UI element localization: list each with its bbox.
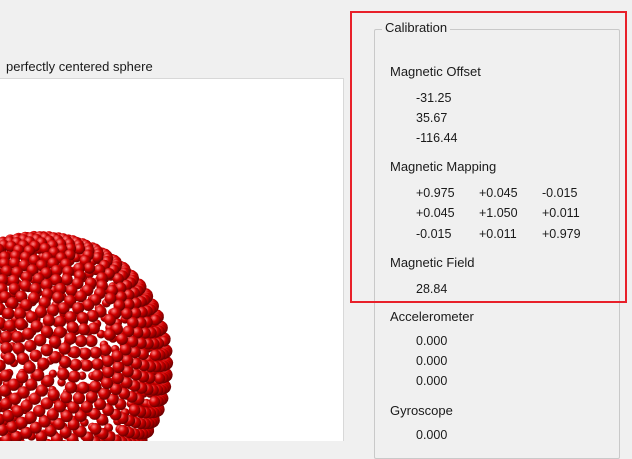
sample-point	[65, 381, 77, 393]
sample-point	[105, 293, 117, 305]
accelerometer-heading: Accelerometer	[390, 309, 474, 324]
sample-point	[11, 331, 23, 343]
sample-point	[149, 396, 160, 407]
panel-header-strip	[0, 0, 345, 14]
sample-point	[78, 323, 90, 335]
sample-point	[104, 329, 116, 341]
sample-point	[90, 347, 102, 359]
sample-point	[84, 262, 95, 273]
sample-point	[22, 328, 34, 340]
sample-point	[75, 335, 87, 347]
sample-point	[65, 311, 77, 323]
magnetic-offset-x: -31.25	[416, 91, 451, 105]
sample-point	[68, 370, 80, 382]
header-strip	[345, 0, 632, 12]
accelerometer-x: 0.000	[416, 334, 447, 348]
sample-point	[129, 404, 141, 416]
gyroscope-heading: Gyroscope	[390, 403, 453, 418]
sample-point	[101, 377, 113, 389]
sample-point	[77, 312, 89, 324]
mapping-cell-2-2: +0.979	[542, 227, 581, 241]
sample-point	[48, 389, 60, 401]
magnetic-field-value: 28.84	[416, 282, 447, 296]
mapping-cell-1-2: +0.011	[542, 206, 580, 220]
mapping-cell-2-1: +0.011	[479, 227, 517, 241]
sample-point	[91, 358, 103, 370]
sample-point	[102, 366, 114, 378]
sample-point	[37, 358, 49, 370]
sample-point	[52, 291, 64, 303]
sample-point	[43, 314, 55, 326]
magnetic-field-heading: Magnetic Field	[390, 255, 475, 270]
sample-points-cloud	[0, 79, 344, 441]
sample-point	[67, 321, 79, 333]
gyroscope-x: 0.000	[416, 428, 447, 442]
sample-point	[104, 314, 116, 326]
sample-point	[154, 373, 165, 384]
sample-point	[112, 361, 124, 373]
magnetic-offset-y: 35.67	[416, 111, 447, 125]
sample-point	[70, 359, 82, 371]
sample-point	[102, 355, 114, 367]
sample-point	[57, 368, 69, 380]
sample-point	[0, 331, 12, 343]
instruction-text: perfectly centered sphere	[6, 59, 153, 74]
sample-point	[4, 320, 16, 332]
sample-point	[86, 391, 98, 403]
sample-point	[0, 342, 12, 354]
sample-point	[3, 352, 15, 364]
calibration-group-title: Calibration	[382, 20, 450, 35]
magnetic-offset-heading: Magnetic Offset	[390, 64, 481, 79]
sample-point	[77, 382, 89, 394]
accelerometer-z: 0.000	[416, 374, 447, 388]
mapping-cell-0-1: +0.045	[479, 186, 518, 200]
visualization-panel: perfectly centered sphere	[0, 0, 345, 441]
sample-point	[81, 359, 93, 371]
magnetic-mapping-heading: Magnetic Mapping	[390, 159, 496, 174]
sample-point	[14, 308, 26, 320]
sample-point	[54, 315, 66, 327]
sample-point	[91, 369, 103, 381]
mapping-cell-0-0: +0.975	[416, 186, 455, 200]
sample-point	[6, 297, 18, 309]
sample-point	[41, 344, 53, 356]
sample-point	[79, 347, 91, 359]
magnetic-offset-z: -116.44	[416, 131, 457, 145]
sample-point	[150, 350, 161, 361]
sample-point	[2, 307, 14, 319]
accelerometer-y: 0.000	[416, 354, 447, 368]
sample-point	[23, 361, 35, 373]
sample-point	[117, 425, 129, 437]
mapping-cell-2-0: -0.015	[416, 227, 451, 241]
mapping-cell-1-1: +1.050	[479, 206, 518, 220]
calibration-group-box	[374, 29, 620, 459]
sample-point	[89, 380, 101, 392]
mapping-cell-0-2: -0.015	[542, 186, 577, 200]
sphere-3d-viewport[interactable]	[0, 78, 344, 441]
mapping-cell-1-0: +0.045	[416, 206, 455, 220]
